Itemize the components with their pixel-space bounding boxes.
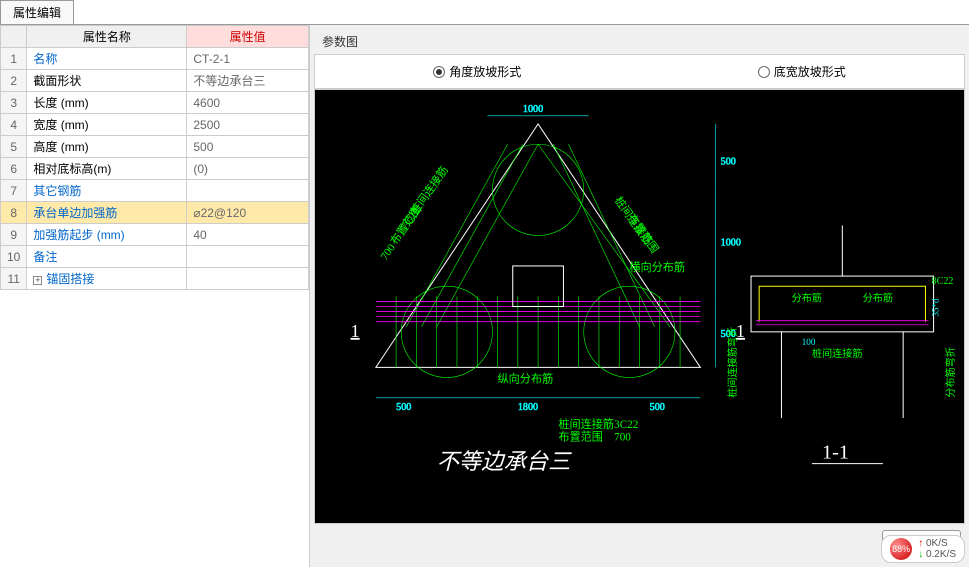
svg-text:8C22: 8C22 — [932, 276, 954, 287]
svg-text:1: 1 — [350, 321, 359, 341]
property-name: 宽度 (mm) — [27, 114, 187, 136]
row-number: 11 — [1, 268, 27, 290]
header-name: 属性名称 — [27, 26, 187, 48]
svg-text:桩间连接筋: 桩间连接筋 — [812, 347, 863, 360]
row-number: 8 — [1, 202, 27, 224]
row-number: 5 — [1, 136, 27, 158]
radio-icon — [433, 66, 445, 78]
svg-text:桩间连接筋弯折: 桩间连接筋弯折 — [726, 327, 739, 398]
row-number: 7 — [1, 180, 27, 202]
svg-text:布置范围: 布置范围 — [558, 429, 603, 443]
table-row[interactable]: 5高度 (mm)500 — [1, 136, 309, 158]
property-value[interactable] — [187, 246, 309, 268]
svg-text:分布筋弯折: 分布筋弯折 — [944, 347, 957, 398]
property-name: 其它钢筋 — [27, 180, 187, 202]
property-name: 承台单边加强筋 — [27, 202, 187, 224]
property-value[interactable]: 2500 — [187, 114, 309, 136]
table-row[interactable]: 9加强筋起步 (mm)40 — [1, 224, 309, 246]
radio-label: 底宽放坡形式 — [774, 63, 846, 80]
table-row[interactable]: 7其它钢筋 — [1, 180, 309, 202]
table-row[interactable]: 11+锚固搭接 — [1, 268, 309, 290]
svg-text:布置范围: 布置范围 — [625, 211, 662, 256]
speed-readout: ↑ 0K/S ↓ 0.2K/S — [918, 538, 956, 560]
property-name: 高度 (mm) — [27, 136, 187, 158]
tab-bar: 属性编辑 — [0, 0, 969, 25]
svg-text:3C22: 3C22 — [614, 419, 638, 431]
radio-angle-slope[interactable]: 角度放坡形式 — [433, 63, 521, 80]
header-blank — [1, 26, 27, 48]
expand-icon[interactable]: + — [33, 276, 42, 285]
row-number: 9 — [1, 224, 27, 246]
svg-text:分布筋: 分布筋 — [792, 291, 822, 304]
svg-text:700: 700 — [614, 431, 631, 443]
radio-width-slope[interactable]: 底宽放坡形式 — [758, 63, 846, 80]
property-name: +锚固搭接 — [27, 268, 187, 290]
svg-text:桩间连接筋: 桩间连接筋 — [558, 417, 614, 431]
svg-text:布置范围: 布置范围 — [387, 203, 424, 248]
property-value[interactable]: 4600 — [187, 92, 309, 114]
svg-text:1000: 1000 — [721, 238, 741, 249]
row-number: 6 — [1, 158, 27, 180]
property-name: 名称 — [27, 48, 187, 70]
property-name: 截面形状 — [27, 70, 187, 92]
radio-icon — [758, 66, 770, 78]
svg-text:不等边承台三: 不等边承台三 — [437, 449, 572, 474]
table-row[interactable]: 10备注 — [1, 246, 309, 268]
svg-text:1-1: 1-1 — [822, 442, 849, 464]
svg-text:500: 500 — [396, 402, 411, 413]
property-name: 加强筋起步 (mm) — [27, 224, 187, 246]
radio-bar: 角度放坡形式 底宽放坡形式 — [314, 54, 965, 89]
radio-label: 角度放坡形式 — [449, 63, 521, 80]
property-value[interactable] — [187, 180, 309, 202]
table-row[interactable]: 6相对底标高(m)(0) — [1, 158, 309, 180]
row-number: 10 — [1, 246, 27, 268]
svg-text:1000: 1000 — [523, 104, 543, 115]
arrow-up-icon: ↑ — [918, 538, 923, 549]
svg-text:纵向分布筋: 纵向分布筋 — [498, 372, 554, 386]
property-panel: 属性名称 属性值 1名称CT-2-12截面形状不等边承台三3长度 (mm)460… — [0, 25, 310, 567]
svg-text:1800: 1800 — [518, 402, 538, 413]
arrow-down-icon: ↓ — [918, 549, 923, 560]
table-row[interactable]: 4宽度 (mm)2500 — [1, 114, 309, 136]
property-value[interactable]: 500 — [187, 136, 309, 158]
property-table: 属性名称 属性值 1名称CT-2-12截面形状不等边承台三3长度 (mm)460… — [0, 25, 309, 290]
svg-text:横向分布筋: 横向分布筋 — [629, 260, 685, 274]
row-number: 2 — [1, 70, 27, 92]
svg-text:500: 500 — [650, 402, 665, 413]
table-row[interactable]: 3长度 (mm)4600 — [1, 92, 309, 114]
property-value[interactable] — [187, 268, 309, 290]
property-value[interactable]: CT-2-1 — [187, 48, 309, 70]
svg-text:100: 100 — [802, 337, 816, 347]
status-badge: 88% — [890, 538, 912, 560]
table-row[interactable]: 2截面形状不等边承台三 — [1, 70, 309, 92]
network-status-widget[interactable]: 88% ↑ 0K/S ↓ 0.2K/S — [881, 535, 965, 563]
row-number: 3 — [1, 92, 27, 114]
row-number: 4 — [1, 114, 27, 136]
property-name: 相对底标高(m) — [27, 158, 187, 180]
row-number: 1 — [1, 48, 27, 70]
property-value[interactable]: 不等边承台三 — [187, 70, 309, 92]
property-name: 备注 — [27, 246, 187, 268]
svg-text:500: 500 — [721, 157, 736, 168]
button-row: 配筋形式 — [314, 524, 965, 563]
svg-text:35*d: 35*d — [931, 298, 941, 317]
property-value[interactable]: (0) — [187, 158, 309, 180]
header-value: 属性值 — [187, 26, 309, 48]
table-row[interactable]: 8承台单边加强筋⌀22@120 — [1, 202, 309, 224]
diagram-panel: 参数图 角度放坡形式 底宽放坡形式 — [310, 25, 969, 567]
svg-text:分布筋: 分布筋 — [863, 291, 893, 304]
property-name: 长度 (mm) — [27, 92, 187, 114]
property-value[interactable]: ⌀22@120 — [187, 202, 309, 224]
table-row[interactable]: 1名称CT-2-1 — [1, 48, 309, 70]
property-value[interactable]: 40 — [187, 224, 309, 246]
cad-diagram: 1000 500 1800 500 500 1000 500 桩间 — [314, 89, 965, 524]
tab-property-edit[interactable]: 属性编辑 — [0, 0, 74, 24]
param-title: 参数图 — [314, 29, 965, 54]
